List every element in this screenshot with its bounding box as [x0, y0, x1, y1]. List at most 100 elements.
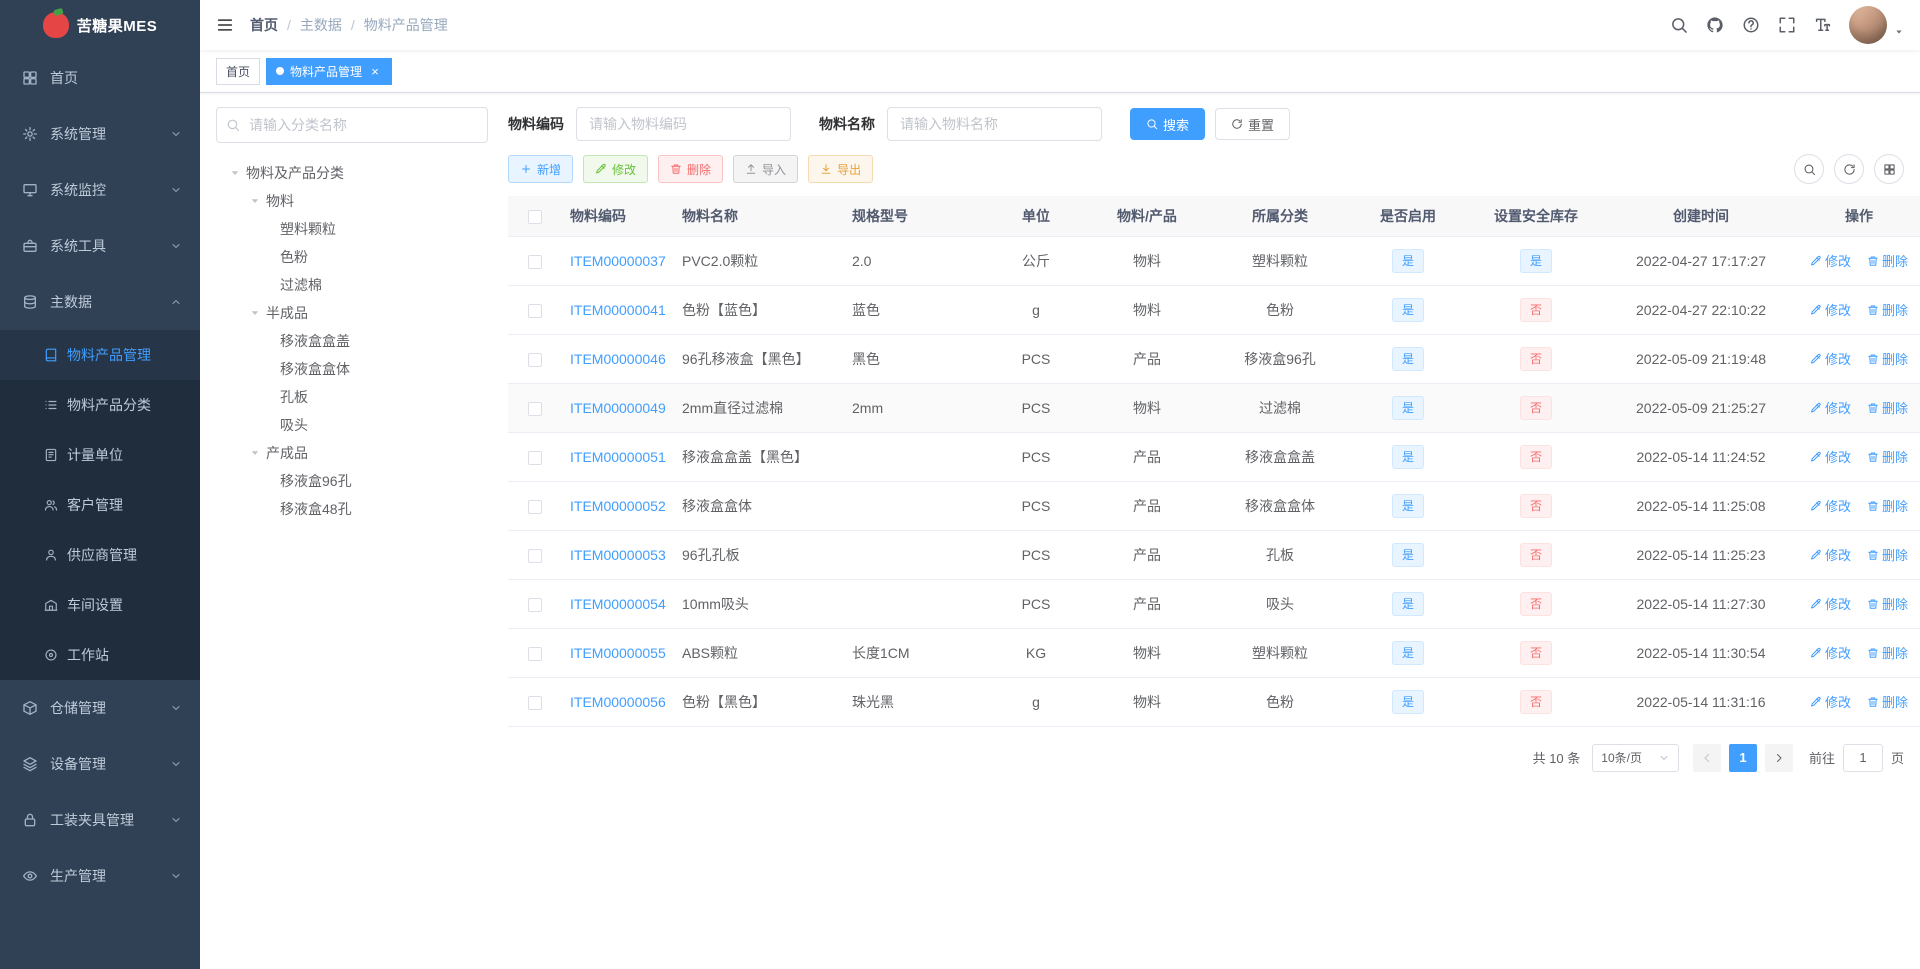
user-menu[interactable]: [1849, 6, 1908, 44]
sidebar-item[interactable]: 仓储管理: [0, 680, 200, 736]
row-checkbox[interactable]: [528, 646, 542, 661]
next-page-button[interactable]: [1764, 743, 1793, 772]
sidebar-item[interactable]: 物料产品管理: [0, 330, 200, 380]
row-edit-link[interactable]: 修改: [1810, 496, 1851, 515]
row-edit-link[interactable]: 修改: [1810, 545, 1851, 564]
search-icon[interactable]: [1661, 0, 1697, 50]
row-edit-link[interactable]: 修改: [1810, 692, 1851, 711]
prev-page-button[interactable]: [1692, 743, 1721, 772]
tree-node[interactable]: 物料: [216, 187, 488, 215]
row-checkbox[interactable]: [528, 597, 542, 612]
hamburger-icon[interactable]: [200, 0, 250, 50]
user-avatar[interactable]: [1849, 6, 1887, 44]
row-edit-link[interactable]: 修改: [1810, 251, 1851, 270]
toolbar-button[interactable]: 导出: [808, 155, 874, 183]
page-size-select[interactable]: 10条/页: [1592, 743, 1679, 772]
row-delete-link[interactable]: 删除: [1867, 692, 1908, 711]
row-edit-link[interactable]: 修改: [1810, 349, 1851, 368]
select-all-checkbox[interactable]: [528, 209, 542, 224]
sidebar-item[interactable]: 系统管理: [0, 106, 200, 162]
font-size-icon[interactable]: [1805, 0, 1841, 50]
sidebar-item[interactable]: 设备管理: [0, 736, 200, 792]
grid-icon[interactable]: [1874, 154, 1904, 184]
view-tab[interactable]: 物料产品管理 ×: [266, 57, 393, 85]
question-icon[interactable]: [1733, 0, 1769, 50]
row-checkbox[interactable]: [528, 548, 542, 563]
row-edit-link[interactable]: 修改: [1810, 398, 1851, 417]
tree-node[interactable]: 移液盒48孔: [216, 495, 488, 523]
row-edit-link[interactable]: 修改: [1810, 447, 1851, 466]
row-checkbox[interactable]: [528, 499, 542, 514]
tree-node[interactable]: 移液盒盒盖: [216, 327, 488, 355]
sidebar-item[interactable]: 工作站: [0, 630, 200, 680]
row-checkbox[interactable]: [528, 401, 542, 416]
row-checkbox[interactable]: [528, 450, 542, 465]
row-delete-link[interactable]: 删除: [1867, 349, 1908, 368]
material-code-link[interactable]: ITEM00000049: [570, 400, 666, 416]
row-delete-link[interactable]: 删除: [1867, 545, 1908, 564]
row-delete-link[interactable]: 删除: [1867, 251, 1908, 270]
material-code-link[interactable]: ITEM00000046: [570, 351, 666, 367]
search-button[interactable]: 搜索: [1130, 108, 1206, 140]
row-delete-link[interactable]: 删除: [1867, 398, 1908, 417]
material-code-link[interactable]: ITEM00000055: [570, 645, 666, 661]
material-code-input[interactable]: [576, 107, 791, 141]
material-code-link[interactable]: ITEM00000051: [570, 449, 666, 465]
fullscreen-icon[interactable]: [1769, 0, 1805, 50]
row-delete-link[interactable]: 删除: [1867, 300, 1908, 319]
tree-node[interactable]: 移液盒盒体: [216, 355, 488, 383]
material-code-link[interactable]: ITEM00000053: [570, 547, 666, 563]
refresh-icon[interactable]: [1834, 154, 1864, 184]
sidebar-item[interactable]: 计量单位: [0, 430, 200, 480]
github-icon[interactable]: [1697, 0, 1733, 50]
row-edit-link[interactable]: 修改: [1810, 594, 1851, 613]
tree-node[interactable]: 移液盒96孔: [216, 467, 488, 495]
row-delete-link[interactable]: 删除: [1867, 447, 1908, 466]
breadcrumb-item[interactable]: 主数据: [300, 15, 364, 35]
goto-page-input[interactable]: [1842, 743, 1883, 772]
row-checkbox[interactable]: [528, 303, 542, 318]
row-edit-link[interactable]: 修改: [1810, 643, 1851, 662]
toolbar-button[interactable]: 导入: [733, 155, 799, 183]
sidebar-item[interactable]: 物料产品分类: [0, 380, 200, 430]
sidebar-item[interactable]: 系统监控: [0, 162, 200, 218]
tree-node[interactable]: 物料及产品分类: [216, 159, 488, 187]
sidebar-item[interactable]: 生产管理: [0, 848, 200, 904]
row-edit-link[interactable]: 修改: [1810, 300, 1851, 319]
toolbar-button[interactable]: 修改: [583, 155, 649, 183]
tree-node[interactable]: 过滤棉: [216, 271, 488, 299]
material-code-link[interactable]: ITEM00000054: [570, 596, 666, 612]
sidebar-item[interactable]: 首页: [0, 50, 200, 106]
tree-node[interactable]: 孔板: [216, 383, 488, 411]
row-delete-link[interactable]: 删除: [1867, 594, 1908, 613]
toolbar-button[interactable]: 删除: [658, 155, 724, 183]
row-checkbox[interactable]: [528, 695, 542, 710]
tree-node[interactable]: 塑料颗粒: [216, 215, 488, 243]
row-delete-link[interactable]: 删除: [1867, 496, 1908, 515]
toolbar-button[interactable]: 新增: [508, 155, 574, 183]
row-delete-link[interactable]: 删除: [1867, 643, 1908, 662]
tree-node[interactable]: 产成品: [216, 439, 488, 467]
material-code-link[interactable]: ITEM00000037: [570, 253, 666, 269]
sidebar-item[interactable]: 供应商管理: [0, 530, 200, 580]
tree-node[interactable]: 半成品: [216, 299, 488, 327]
close-icon[interactable]: ×: [368, 64, 382, 78]
tree-node[interactable]: 吸头: [216, 411, 488, 439]
category-search-input[interactable]: [216, 107, 488, 143]
row-checkbox[interactable]: [528, 352, 542, 367]
search-icon[interactable]: [1794, 154, 1824, 184]
breadcrumb-item[interactable]: 首页: [250, 15, 300, 35]
app-logo[interactable]: 苦糖果MES: [0, 0, 200, 50]
sidebar-item[interactable]: 客户管理: [0, 480, 200, 530]
sidebar-item[interactable]: 车间设置: [0, 580, 200, 630]
row-checkbox[interactable]: [528, 254, 542, 269]
reset-button[interactable]: 重置: [1215, 108, 1291, 140]
sidebar-item[interactable]: 工装夹具管理: [0, 792, 200, 848]
view-tab[interactable]: 首页: [216, 57, 261, 85]
material-name-input[interactable]: [887, 107, 1102, 141]
material-code-link[interactable]: ITEM00000056: [570, 694, 666, 710]
material-code-link[interactable]: ITEM00000041: [570, 302, 666, 318]
material-code-link[interactable]: ITEM00000052: [570, 498, 666, 514]
sidebar-item[interactable]: 系统工具: [0, 218, 200, 274]
sidebar-item[interactable]: 主数据: [0, 274, 200, 330]
